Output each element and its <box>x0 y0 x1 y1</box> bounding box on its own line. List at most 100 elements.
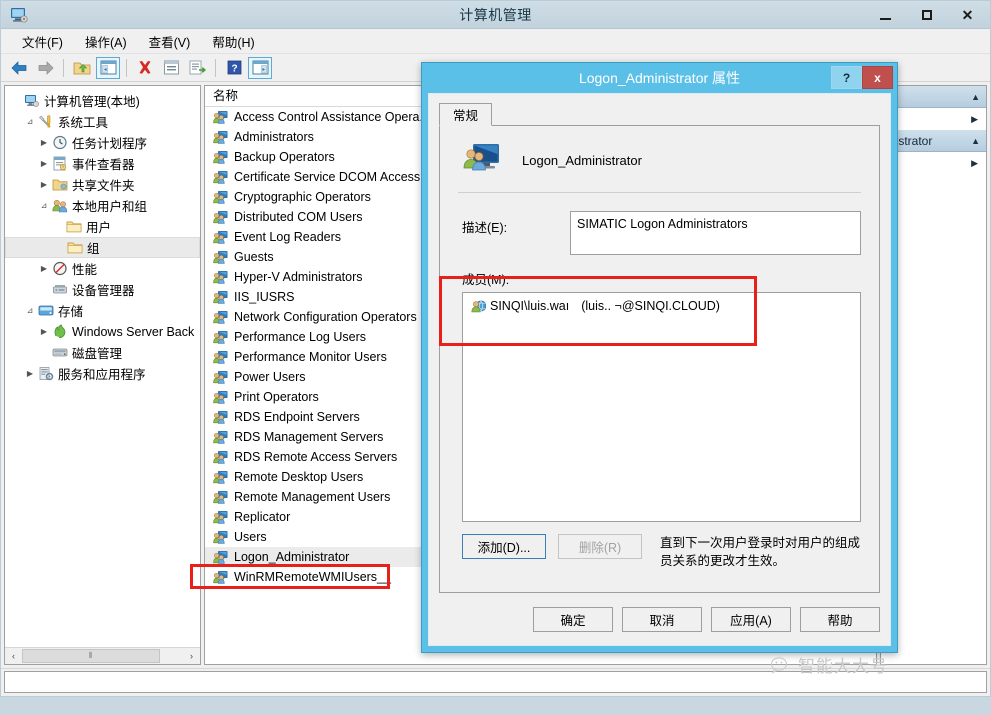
dialog-footer: 确定 取消 应用(A) 帮助 <box>439 602 880 636</box>
member-domain-account: SINQI\luis.waı <box>490 299 570 313</box>
console-tree: 计算机管理(本地) ⊿ 系统工具 ▶ 任务计划程序 ▶! 事件查看器 ▶ 共享文件夹 ⊿ 本地用户和… <box>5 86 200 384</box>
group-icon <box>213 170 230 184</box>
tree-expander-icon[interactable]: ⊿ <box>37 201 51 210</box>
group-icon <box>213 130 230 144</box>
menu-help[interactable]: 帮助(H) <box>201 29 265 54</box>
toolbar-separator-2 <box>126 58 127 77</box>
export-list-button[interactable] <box>185 57 209 79</box>
group-name-cell: Event Log Readers <box>234 230 342 244</box>
tree-expander-icon[interactable]: ▶ <box>37 180 51 189</box>
member-list-item[interactable]: SINQI\luis.waı (luis.. ¬@SINQI.CLOUD) <box>463 296 860 316</box>
tree-item-label: 计算机管理(本地) <box>44 95 140 109</box>
menu-view[interactable]: 查看(V) <box>138 29 202 54</box>
tab-general[interactable]: 常规 <box>439 103 493 126</box>
tree-item-1[interactable]: ⊿ 系统工具 <box>5 111 200 132</box>
group-name-cell: Network Configuration Operators <box>234 310 417 324</box>
tree-item-10[interactable]: ⊿ 存储 <box>5 300 200 321</box>
tree-item-5[interactable]: ⊿ 本地用户和组 <box>5 195 200 216</box>
cancel-button[interactable]: 取消 <box>622 606 702 632</box>
up-folder-button[interactable] <box>70 57 94 79</box>
chevron-right-icon[interactable]: ▶ <box>971 158 978 169</box>
properties-button[interactable] <box>159 57 183 79</box>
tree-item-11[interactable]: ▶ Windows Server Back <box>5 321 200 342</box>
show-console-tree-button[interactable] <box>96 56 120 79</box>
tree-item-3[interactable]: ▶! 事件查看器 <box>5 153 200 174</box>
dialog-close-button[interactable]: x <box>862 66 893 89</box>
tree-item-4[interactable]: ▶ 共享文件夹 <box>5 174 200 195</box>
tree-item-9[interactable]: 设备管理器 <box>5 279 200 300</box>
chevron-up-icon[interactable]: ▲ <box>971 136 980 146</box>
dialog-body: 常规 Logon_Administrator 描述(E): SIMATIC Lo… <box>428 93 891 646</box>
group-icon <box>213 570 230 584</box>
tree-expander-icon[interactable]: ▶ <box>37 327 51 336</box>
members-label: 成员(M): <box>462 273 510 287</box>
tree-expander-icon[interactable]: ⊿ <box>23 117 37 126</box>
ok-button[interactable]: 确定 <box>533 606 613 632</box>
show-action-pane-button[interactable] <box>248 56 272 79</box>
tree-item-0[interactable]: 计算机管理(本地) <box>5 90 200 111</box>
member-action-row: 添加(D)... 删除(R) 直到下一次用户登录时对用户的组成员关系的更改才生效… <box>440 522 879 570</box>
tree-item-label: 组 <box>87 242 100 256</box>
menu-file[interactable]: 文件(F) <box>11 29 74 54</box>
tree-item-7[interactable]: 组 <box>5 237 200 258</box>
group-icon <box>213 370 230 384</box>
group-name-cell: Performance Monitor Users <box>234 350 387 364</box>
dialog-tabstrip: 常规 <box>439 103 880 126</box>
back-button[interactable] <box>7 57 31 79</box>
member-upn: (luis.. ¬@SINQI.CLOUD) <box>581 299 720 313</box>
minimize-button[interactable] <box>865 3 906 27</box>
dialog-titlebar: Logon_Administrator 属性 ? x <box>422 63 897 93</box>
toolbar-separator-1 <box>63 58 64 77</box>
dialog-tabpage-general: Logon_Administrator 描述(E): SIMATIC Logon… <box>439 126 880 593</box>
description-input[interactable]: SIMATIC Logon Administrators <box>570 211 861 255</box>
forward-button[interactable] <box>33 57 57 79</box>
maximize-button[interactable] <box>906 3 947 27</box>
tree-expander-icon[interactable]: ▶ <box>37 159 51 168</box>
group-name-cell: Logon_Administrator <box>234 550 350 564</box>
toolbar-separator-3 <box>215 58 216 77</box>
tree-item-12[interactable]: 磁盘管理 <box>5 342 200 363</box>
menu-action[interactable]: 操作(A) <box>74 29 138 54</box>
tree-horizontal-scrollbar[interactable]: ‹ ⦀ › <box>5 647 200 664</box>
tree-expander-icon[interactable]: ⊿ <box>23 306 37 315</box>
folder-icon <box>66 240 84 255</box>
tree-item-6[interactable]: 用户 <box>5 216 200 237</box>
tree-expander-icon[interactable]: ▶ <box>37 138 51 147</box>
group-properties-dialog: Logon_Administrator 属性 ? x 常规 Logon_Admi… <box>421 62 898 653</box>
tree-item-13[interactable]: ▶ 服务和应用程序 <box>5 363 200 384</box>
scroll-thumb[interactable]: ⦀ <box>22 649 160 663</box>
dialog-help-button[interactable]: ? <box>831 66 862 89</box>
tree-item-8[interactable]: ▶ 性能 <box>5 258 200 279</box>
console-tree-pane: 计算机管理(本地) ⊿ 系统工具 ▶ 任务计划程序 ▶! 事件查看器 ▶ 共享文件夹 ⊿ 本地用户和… <box>4 85 201 665</box>
tree-expander-icon[interactable]: ▶ <box>37 264 51 273</box>
group-icon <box>213 390 230 404</box>
group-name-cell: RDS Remote Access Servers <box>234 450 398 464</box>
backup-icon <box>51 324 69 339</box>
help-button-toolbar[interactable]: ? <box>222 57 246 79</box>
group-name-cell: Distributed COM Users <box>234 210 363 224</box>
tree-expander-icon[interactable]: ▶ <box>23 369 37 378</box>
tree-item-label: 性能 <box>72 263 98 277</box>
window-titlebar: 计算机管理 ✕ <box>1 1 990 29</box>
scroll-track[interactable]: ⦀ <box>22 648 183 664</box>
tree-item-2[interactable]: ▶ 任务计划程序 <box>5 132 200 153</box>
close-button[interactable]: ✕ <box>947 3 988 27</box>
group-icon <box>462 142 502 178</box>
group-icon <box>213 490 230 504</box>
apply-button[interactable]: 应用(A) <box>711 606 791 632</box>
domain-user-icon <box>471 299 486 313</box>
group-icon <box>213 250 230 264</box>
scroll-right-arrow[interactable]: › <box>183 648 200 664</box>
svg-text:?: ? <box>231 64 237 75</box>
add-member-button[interactable]: 添加(D)... <box>462 534 546 559</box>
group-name-cell: Remote Desktop Users <box>234 470 364 484</box>
scroll-left-arrow[interactable]: ‹ <box>5 648 22 664</box>
group-name-cell: Access Control Assistance Opera... <box>234 110 430 124</box>
chevron-up-icon[interactable]: ▲ <box>971 92 980 102</box>
delete-button[interactable] <box>133 57 157 79</box>
chevron-right-icon[interactable]: ▶ <box>971 114 978 125</box>
column-header-name[interactable]: 名称 <box>205 86 435 107</box>
members-listbox[interactable]: SINQI\luis.waı (luis.. ¬@SINQI.CLOUD) <box>462 292 861 522</box>
dialog-help-footer-button[interactable]: 帮助 <box>800 606 880 632</box>
group-name-cell: IIS_IUSRS <box>234 290 295 304</box>
